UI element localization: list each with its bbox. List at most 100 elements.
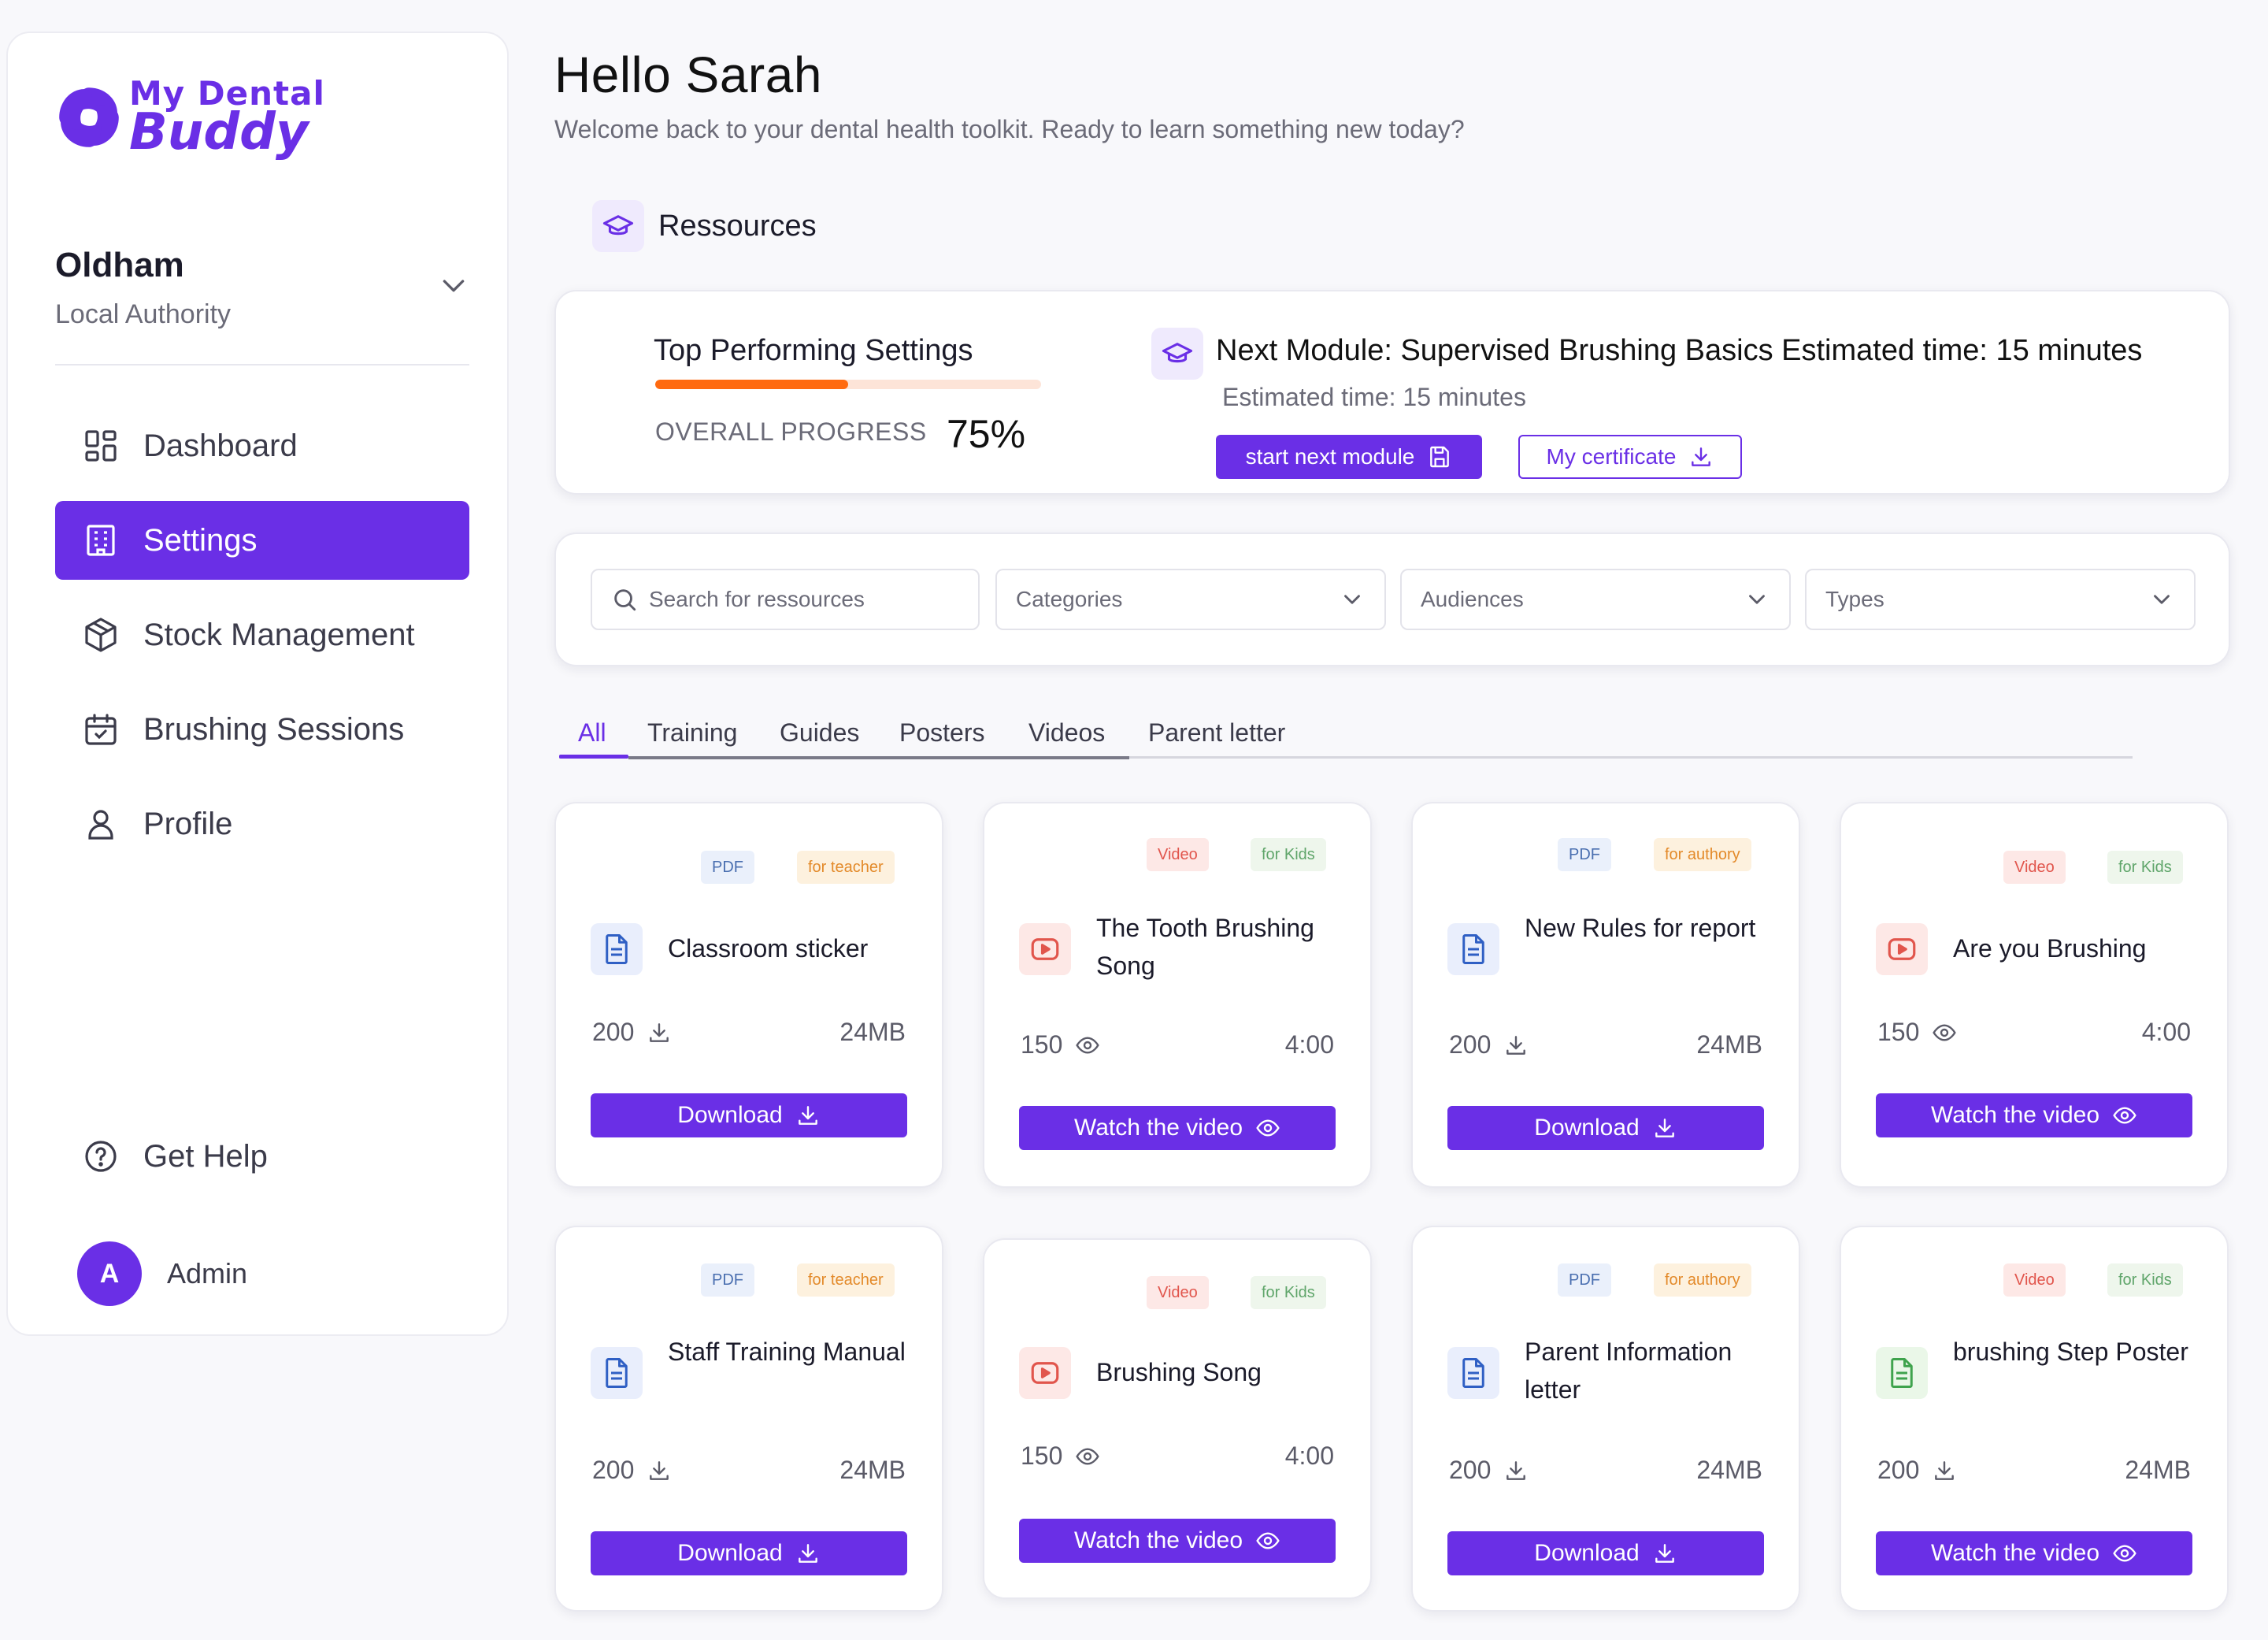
audience-tag: for teacher — [797, 851, 895, 884]
overall-progress-value: 75% — [947, 412, 1026, 456]
download-icon — [650, 1460, 669, 1480]
view-count: 150 — [1021, 1030, 1100, 1059]
download-icon — [798, 1544, 817, 1563]
sidebar-item-settings[interactable]: Settings — [55, 501, 469, 580]
tab-all[interactable]: All — [578, 718, 606, 748]
chevron-down-icon[interactable] — [438, 269, 469, 301]
audience-tag: for Kids — [1251, 838, 1326, 871]
brand-wordmark: My Dental Buddy — [129, 77, 325, 158]
sidebar: My Dental Buddy Oldham Local Authority D… — [6, 32, 509, 1336]
download-icon — [1506, 1035, 1526, 1055]
resource-card: Video for Kids Are you Brushing 150 4:00… — [1840, 802, 2229, 1188]
sidebar-item-label: Stock Management — [143, 617, 415, 652]
help-icon — [85, 1141, 117, 1172]
download-count: 200 — [1449, 1030, 1529, 1059]
sidebar-item-label: Settings — [143, 522, 258, 558]
download-button-label: Download — [1534, 1540, 1640, 1566]
download-icon — [1506, 1460, 1526, 1480]
tab-training[interactable]: Training — [647, 718, 737, 748]
page-subtitle: Welcome back to your dental health toolk… — [554, 115, 1465, 143]
next-module-icon-badge — [1151, 328, 1203, 380]
video-duration: 4:00 — [1284, 1030, 1334, 1059]
audience-tag: for Kids — [1251, 1276, 1326, 1309]
eye-icon — [1076, 1447, 1100, 1465]
org-switcher[interactable]: Oldham Local Authority — [55, 246, 469, 330]
download-button-label: Download — [677, 1540, 783, 1566]
tab-posters[interactable]: Posters — [899, 718, 984, 748]
tab-parent-letter[interactable]: Parent letter — [1148, 718, 1285, 748]
file-icon-badge — [1876, 1347, 1928, 1399]
sidebar-item-profile[interactable]: Profile — [55, 785, 469, 863]
file-size: 24MB — [1696, 1456, 1762, 1484]
save-icon — [1430, 446, 1450, 468]
format-tag: PDF — [701, 851, 754, 884]
resource-card: PDF for authory Parent Information lette… — [1411, 1226, 1800, 1612]
sidebar-item-stock-management[interactable]: Stock Management — [55, 596, 469, 674]
download-icon — [1935, 1460, 1955, 1480]
start-next-module-label: start next module — [1245, 444, 1415, 469]
tab-videos[interactable]: Videos — [1028, 718, 1105, 748]
eye-icon — [1076, 1036, 1100, 1054]
brand-logo[interactable]: My Dental Buddy — [54, 77, 325, 158]
my-certificate-button[interactable]: My certificate — [1518, 435, 1742, 479]
resource-tabs: All Training Guides Posters Videos Paren… — [559, 715, 2134, 759]
sidebar-item-label: Brushing Sessions — [143, 711, 405, 747]
audience-tag: for authory — [1654, 1263, 1751, 1297]
tab-guides[interactable]: Guides — [780, 718, 859, 748]
sidebar-item-brushing-sessions[interactable]: Brushing Sessions — [55, 690, 469, 769]
format-tag: Video — [2003, 1263, 2066, 1297]
progress-bar — [655, 380, 1041, 389]
sidebar-item-dashboard[interactable]: Dashboard — [55, 406, 469, 485]
download-count: 200 — [592, 1456, 672, 1485]
start-next-module-button[interactable]: start next module — [1216, 435, 1482, 479]
sidebar-item-get-help[interactable]: Get Help — [55, 1117, 469, 1196]
chevron-down-icon — [1749, 595, 1765, 604]
eye-icon — [1256, 1532, 1280, 1549]
calendar-icon — [85, 714, 117, 745]
search-input[interactable]: Search for ressources — [591, 569, 980, 630]
categories-select-value: Categories — [1016, 587, 1123, 611]
sidebar-nav: Dashboard Settings Stock Management Brus… — [55, 406, 469, 879]
download-button[interactable]: Download — [1447, 1531, 1764, 1575]
watch-video-label: Watch the video — [1074, 1527, 1243, 1553]
watch-video-button[interactable]: Watch the video — [1019, 1519, 1336, 1563]
search-placeholder: Search for ressources — [649, 587, 865, 611]
categories-select[interactable]: Categories — [995, 569, 1386, 630]
document-icon — [1462, 1358, 1484, 1388]
video-icon — [1031, 1362, 1059, 1384]
chevron-down-icon — [2154, 595, 2170, 604]
file-size: 24MB — [839, 1018, 906, 1046]
download-count-value: 200 — [592, 1018, 635, 1046]
types-select[interactable]: Types — [1805, 569, 2196, 630]
resource-card: Video for Kids brushing Step Poster 200 … — [1840, 1226, 2229, 1612]
user-menu[interactable]: A Admin — [77, 1241, 247, 1306]
greeting: Hello Sarah Welcome back to your dental … — [554, 46, 1465, 144]
watch-video-button[interactable]: Watch the video — [1019, 1106, 1336, 1150]
watch-video-button[interactable]: Watch the video — [1876, 1531, 2192, 1575]
download-icon — [798, 1106, 817, 1125]
file-icon-badge — [1876, 923, 1928, 975]
file-icon-badge — [1447, 1347, 1499, 1399]
download-button[interactable]: Download — [591, 1093, 907, 1137]
audiences-select-value: Audiences — [1421, 587, 1524, 611]
resource-card: PDF for teacher Classroom sticker 200 24… — [554, 802, 943, 1188]
get-help-link[interactable]: Get Help — [55, 1117, 469, 1211]
download-button[interactable]: Download — [1447, 1106, 1764, 1150]
audience-tag: for Kids — [2107, 851, 2183, 884]
section-header: Ressources — [592, 200, 817, 252]
brand-line2: Buddy — [129, 103, 309, 161]
eye-icon — [2113, 1107, 2136, 1124]
audiences-select[interactable]: Audiences — [1400, 569, 1791, 630]
user-name: Admin — [167, 1257, 248, 1289]
graduation-cap-icon — [602, 215, 634, 236]
download-button[interactable]: Download — [591, 1531, 907, 1575]
format-tag: Video — [1147, 1276, 1209, 1309]
audience-tag: for teacher — [797, 1263, 895, 1297]
watch-video-button[interactable]: Watch the video — [1876, 1093, 2192, 1137]
building-icon — [87, 525, 115, 556]
sidebar-item-label: Profile — [143, 806, 233, 841]
file-size: 24MB — [839, 1456, 906, 1484]
progress-title: Top Performing Settings — [654, 334, 973, 367]
box-icon — [85, 618, 117, 652]
watch-video-label: Watch the video — [1931, 1540, 2099, 1566]
